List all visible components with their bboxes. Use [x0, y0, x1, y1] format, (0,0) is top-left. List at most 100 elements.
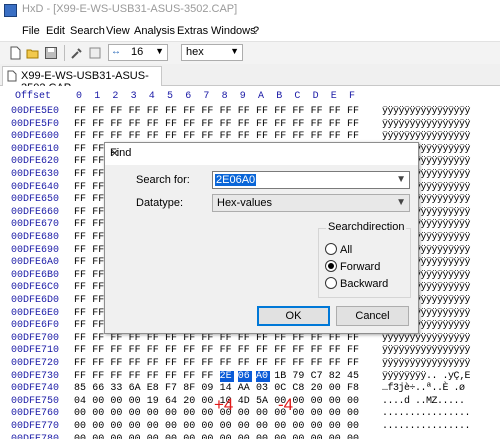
hex-byte[interactable]: FF [274, 131, 288, 142]
hex-byte[interactable]: 00 [311, 421, 325, 432]
hex-byte[interactable]: 00 [147, 434, 161, 439]
hex-byte[interactable]: 00 [74, 434, 88, 439]
menu-analysis[interactable]: Analysis [134, 25, 175, 37]
hex-byte[interactable]: FF [183, 106, 197, 117]
save-icon[interactable] [44, 46, 58, 60]
hex-byte[interactable]: FF [74, 131, 88, 142]
hex-byte[interactable]: 00 [183, 408, 197, 419]
hex-byte[interactable]: FF [129, 358, 143, 369]
menu-search[interactable]: Search [70, 25, 105, 37]
cancel-button[interactable]: Cancel [336, 306, 409, 326]
hex-byte[interactable]: 4D [238, 396, 252, 407]
hex-byte[interactable]: FF [220, 106, 234, 117]
hex-byte[interactable]: 1B [274, 371, 288, 382]
hex-byte[interactable]: 00 [292, 421, 306, 432]
hex-byte[interactable]: FF [110, 119, 124, 130]
hex-byte[interactable]: FF [74, 194, 88, 205]
hex-byte[interactable]: FF [347, 358, 361, 369]
hex-byte[interactable]: FF [147, 119, 161, 130]
menu-extras[interactable]: Extras [177, 25, 208, 37]
hex-byte[interactable]: FF [165, 119, 179, 130]
hex-byte[interactable]: 00 [110, 396, 124, 407]
hex-byte[interactable]: 00 [256, 408, 270, 419]
hex-byte[interactable]: AA [238, 383, 252, 394]
hex-byte[interactable]: F8 [347, 383, 361, 394]
hex-byte[interactable]: 00 [147, 421, 161, 432]
hex-byte[interactable]: 00 [238, 421, 252, 432]
row-text[interactable]: ................ [382, 434, 471, 439]
hex-byte[interactable]: FF [201, 345, 215, 356]
hex-byte[interactable]: 14 [220, 383, 234, 394]
hex-byte[interactable]: FF [183, 358, 197, 369]
hex-byte[interactable]: FF [74, 144, 88, 155]
hex-byte[interactable]: FF [201, 358, 215, 369]
hex-byte[interactable]: FF [92, 131, 106, 142]
hex-byte[interactable]: FF [220, 358, 234, 369]
hex-byte[interactable]: 64 [165, 396, 179, 407]
hex-byte[interactable]: FF [347, 345, 361, 356]
hex-byte[interactable]: 00 [311, 408, 325, 419]
hex-byte[interactable]: FF [147, 131, 161, 142]
hex-byte[interactable]: 8F [183, 383, 197, 394]
hex-byte[interactable]: 04 [74, 396, 88, 407]
hex-byte[interactable]: FF [256, 119, 270, 130]
hex-byte[interactable]: FF [292, 358, 306, 369]
hex-byte[interactable]: 00 [165, 421, 179, 432]
datatype-select[interactable]: Hex-values ▼ [212, 194, 410, 212]
hex-byte[interactable]: FF [201, 119, 215, 130]
hex-byte[interactable]: FF [238, 333, 252, 344]
hex-byte[interactable]: FF [220, 333, 234, 344]
hex-byte[interactable]: FF [92, 345, 106, 356]
hex-byte[interactable]: FF [74, 169, 88, 180]
hex-byte[interactable]: FF [165, 131, 179, 142]
hex-byte[interactable]: 03 [256, 383, 270, 394]
hex-byte[interactable]: 00 [347, 408, 361, 419]
hex-byte[interactable]: FF [329, 119, 343, 130]
hex-byte[interactable]: 79 [292, 371, 306, 382]
hex-byte[interactable]: FF [74, 320, 88, 331]
hex-byte[interactable]: 00 [238, 434, 252, 439]
hex-byte[interactable]: FF [74, 270, 88, 281]
hex-byte[interactable]: FF [74, 119, 88, 130]
hex-byte[interactable]: FF [92, 333, 106, 344]
hex-byte[interactable]: FF [183, 345, 197, 356]
hex-byte[interactable]: FF [183, 371, 197, 382]
hex-byte[interactable]: 00 [329, 434, 343, 439]
hex-byte[interactable]: FF [292, 131, 306, 142]
tab-file[interactable]: X99-E-WS-USB31-ASUS-3502.CAP [2, 66, 162, 94]
hex-byte[interactable]: 00 [92, 396, 106, 407]
radio-all[interactable]: All [325, 243, 352, 256]
hex-byte[interactable]: 00 [256, 421, 270, 432]
hex-byte[interactable]: 00 [329, 383, 343, 394]
hex-byte[interactable]: C8 [292, 383, 306, 394]
hex-byte[interactable]: FF [201, 106, 215, 117]
hex-byte[interactable]: 00 [129, 434, 143, 439]
row-text[interactable]: ....d ..MZ..... [382, 396, 465, 407]
chevron-down-icon[interactable]: ▼ [396, 174, 406, 185]
hex-byte[interactable]: FF [292, 345, 306, 356]
radio-backward[interactable]: Backward [325, 277, 388, 290]
row-text[interactable]: ................ [382, 421, 471, 432]
menu-edit[interactable]: Edit [46, 25, 65, 37]
hex-byte[interactable]: FF [74, 333, 88, 344]
hex-byte[interactable]: FF [274, 119, 288, 130]
menu-view[interactable]: View [106, 25, 130, 37]
hex-byte[interactable]: 20 [183, 396, 197, 407]
hex-byte[interactable]: FF [238, 131, 252, 142]
hex-byte[interactable]: FF [74, 282, 88, 293]
hex-byte[interactable]: FF [129, 106, 143, 117]
hex-byte[interactable]: 00 [329, 396, 343, 407]
hex-byte[interactable]: FF [183, 333, 197, 344]
hex-byte[interactable]: 00 [183, 421, 197, 432]
hex-byte[interactable]: FF [220, 119, 234, 130]
hex-byte[interactable]: 00 [183, 434, 197, 439]
hex-byte[interactable]: 00 [92, 408, 106, 419]
hex-byte[interactable]: FF [274, 333, 288, 344]
row-text[interactable]: ÿÿÿÿÿÿÿÿ.. .yÇ‚E [382, 371, 471, 382]
hex-byte[interactable]: FF [274, 358, 288, 369]
hex-byte[interactable]: FF [74, 106, 88, 117]
hex-byte[interactable]: FF [165, 358, 179, 369]
hex-byte[interactable]: 00 [110, 434, 124, 439]
hex-byte[interactable]: FF [74, 219, 88, 230]
hex-byte[interactable]: 00 [74, 408, 88, 419]
